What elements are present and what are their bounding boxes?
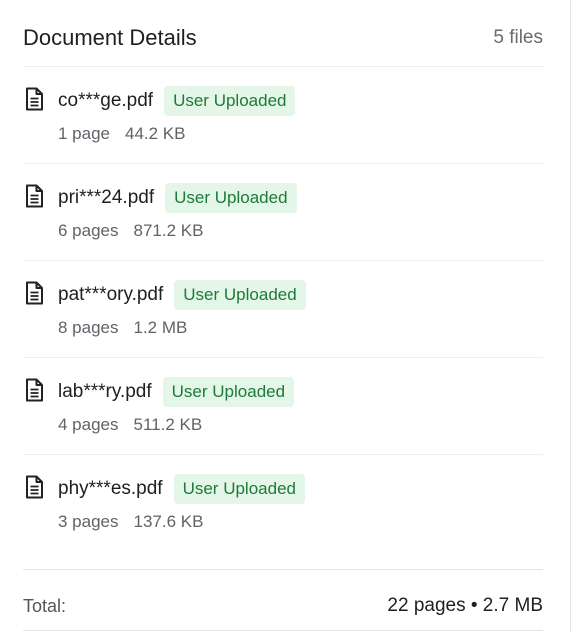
file-size: 44.2 KB	[125, 124, 186, 143]
list-item[interactable]: pat***ory.pdf User Uploaded 8 pages 1.2 M…	[23, 261, 543, 358]
file-meta: 3 pages 137.6 KB	[58, 511, 203, 533]
file-name-row: pri***24.pdf User Uploaded	[58, 182, 297, 214]
total-value: 22 pages • 2.7 MB	[387, 595, 543, 616]
document-icon	[24, 475, 44, 499]
user-uploaded-badge: User Uploaded	[173, 474, 305, 504]
summary-footer: Total: 22 pages • 2.7 MB	[23, 569, 543, 631]
file-name-row: phy***es.pdf User Uploaded	[58, 473, 305, 505]
file-name[interactable]: lab***ry.pdf	[58, 380, 152, 404]
file-list: co***ge.pdf User Uploaded 1 page 44.2 KB …	[23, 67, 543, 552]
file-name[interactable]: co***ge.pdf	[58, 89, 153, 113]
total-label: Total:	[23, 596, 67, 616]
file-name-row: pat***ory.pdf User Uploaded	[58, 279, 306, 311]
list-item[interactable]: lab***ry.pdf User Uploaded 4 pages 511.2 …	[23, 358, 543, 455]
file-name[interactable]: pri***24.pdf	[58, 186, 154, 210]
user-uploaded-badge: User Uploaded	[174, 280, 306, 310]
file-size: 137.6 KB	[133, 512, 204, 531]
file-meta: 1 page 44.2 KB	[58, 123, 186, 145]
document-icon	[24, 281, 44, 305]
document-icon	[24, 184, 44, 208]
file-meta: 8 pages 1.2 MB	[58, 317, 187, 339]
file-name[interactable]: pat***ory.pdf	[58, 283, 163, 307]
file-meta: 6 pages 871.2 KB	[58, 220, 203, 242]
user-uploaded-badge: User Uploaded	[164, 86, 296, 116]
user-uploaded-badge: User Uploaded	[165, 183, 297, 213]
file-count: 5 files	[493, 27, 543, 48]
panel-header: Document Details 5 files	[23, 0, 543, 67]
page-count: 1 page	[58, 124, 110, 143]
file-name-row: co***ge.pdf User Uploaded	[58, 85, 296, 117]
file-name[interactable]: phy***es.pdf	[58, 477, 163, 501]
page-count: 6 pages	[58, 221, 119, 240]
page-count: 3 pages	[58, 512, 119, 531]
page-count: 8 pages	[58, 318, 119, 337]
list-item[interactable]: pri***24.pdf User Uploaded 6 pages 871.2 …	[23, 164, 543, 261]
document-icon	[24, 378, 44, 402]
panel-title: Document Details	[23, 25, 197, 50]
file-size: 871.2 KB	[133, 221, 204, 240]
file-size: 1.2 MB	[133, 318, 188, 337]
file-name-row: lab***ry.pdf User Uploaded	[58, 376, 295, 408]
list-item[interactable]: phy***es.pdf User Uploaded 3 pages 137.6 …	[23, 455, 543, 552]
user-uploaded-badge: User Uploaded	[162, 377, 295, 407]
file-meta: 4 pages 511.2 KB	[58, 414, 202, 436]
list-item[interactable]: co***ge.pdf User Uploaded 1 page 44.2 KB	[23, 67, 543, 164]
document-icon	[24, 87, 44, 111]
page-count: 4 pages	[58, 415, 119, 434]
file-size: 511.2 KB	[133, 415, 203, 434]
document-details-panel: Document Details 5 files co***ge.pdf Use…	[0, 0, 571, 633]
